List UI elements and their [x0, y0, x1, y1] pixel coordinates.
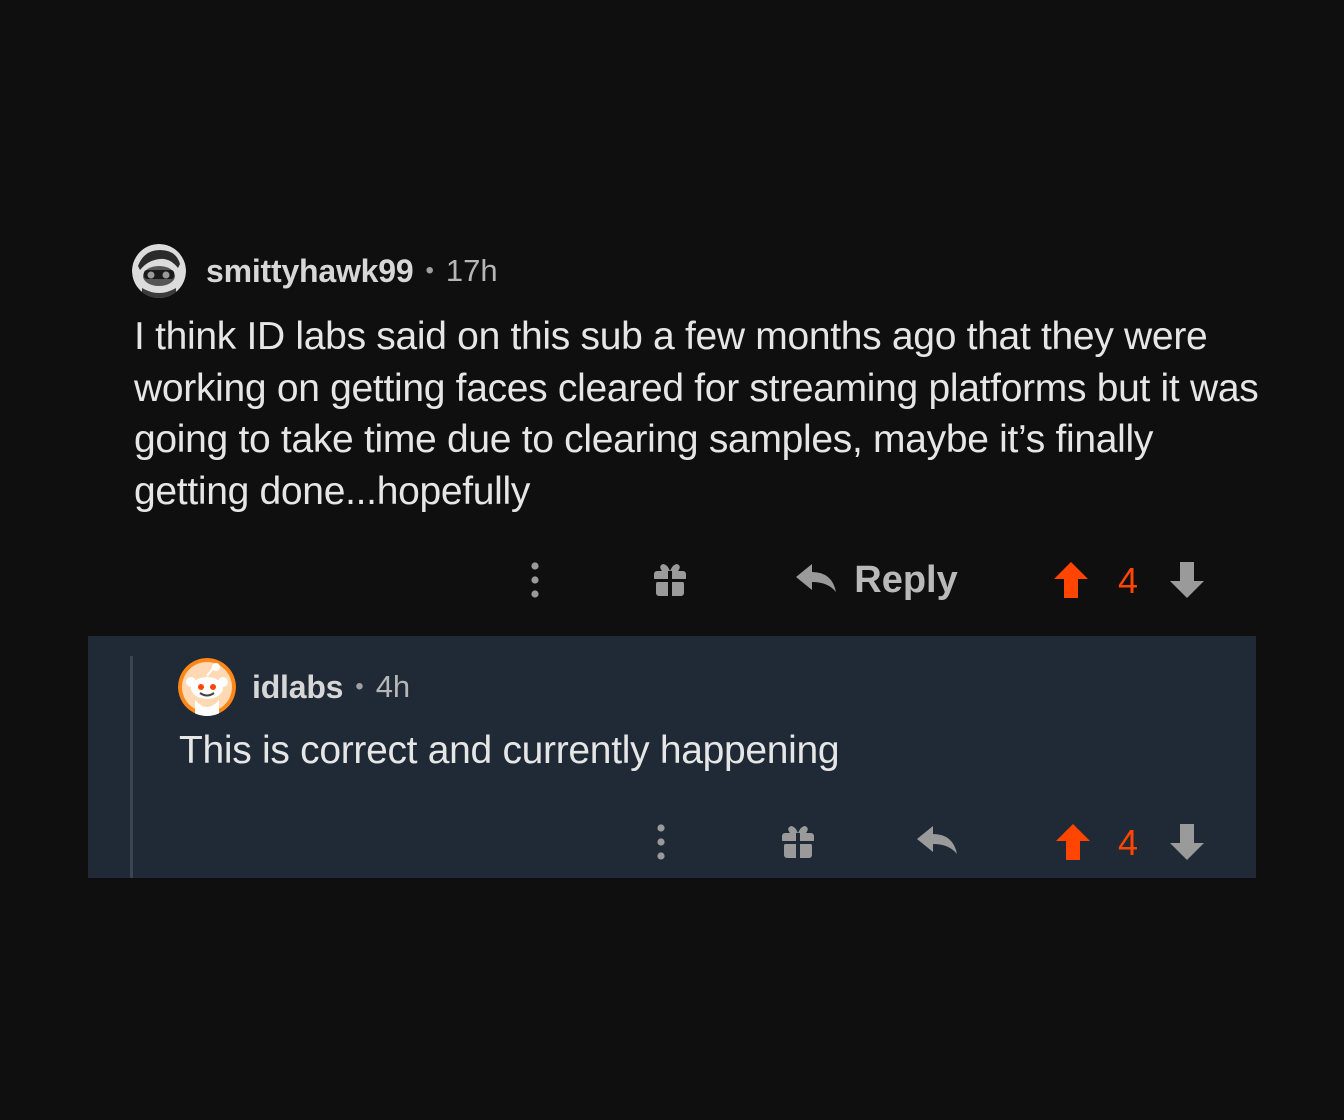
comment-body: I think ID labs said on this sub a few m…	[134, 315, 1259, 513]
downvote-button[interactable]	[1166, 820, 1208, 864]
reply-arrow-icon	[917, 826, 957, 854]
upvote-icon	[1056, 824, 1090, 860]
avatar[interactable]	[132, 244, 186, 298]
more-options-button[interactable]	[520, 558, 550, 602]
give-award-button[interactable]	[778, 822, 818, 862]
separator-dot: •	[355, 673, 364, 700]
username[interactable]: smittyhawk99	[206, 253, 414, 290]
comment-header: idlabs • 4h	[178, 658, 410, 716]
downvote-icon	[1170, 824, 1204, 860]
reply-label: Reply	[854, 558, 958, 601]
more-options-button[interactable]	[646, 820, 676, 864]
vote-score: 4	[1118, 560, 1139, 601]
comment-header: smittyhawk99 • 17h	[132, 243, 498, 299]
downvote-button[interactable]	[1166, 558, 1208, 602]
gift-icon	[782, 826, 814, 858]
snoo-avatar-image	[178, 658, 236, 716]
vote-score: 4	[1118, 822, 1139, 863]
give-award-button[interactable]	[650, 560, 690, 600]
downvote-icon	[1170, 562, 1204, 598]
upvote-icon	[1054, 562, 1088, 598]
avatar[interactable]	[178, 658, 236, 716]
reply-button[interactable]: Reply	[786, 554, 966, 606]
timestamp: 4h	[375, 669, 411, 704]
thread-line[interactable]	[130, 656, 133, 878]
more-icon	[531, 562, 539, 598]
comment-body: This is correct and currently happening	[179, 729, 840, 772]
username[interactable]: idlabs	[252, 669, 343, 706]
parent-comment: smittyhawk99 • 17h I think ID labs said …	[0, 0, 1344, 640]
upvote-button[interactable]	[1050, 558, 1092, 602]
reply-arrow-icon	[796, 564, 837, 592]
more-icon	[657, 824, 665, 860]
gift-icon	[654, 564, 686, 596]
timestamp: 17h	[445, 253, 498, 288]
upvote-button[interactable]	[1052, 820, 1094, 864]
reply-button[interactable]	[914, 822, 960, 862]
user-avatar-image	[132, 244, 186, 298]
separator-dot: •	[425, 257, 434, 284]
